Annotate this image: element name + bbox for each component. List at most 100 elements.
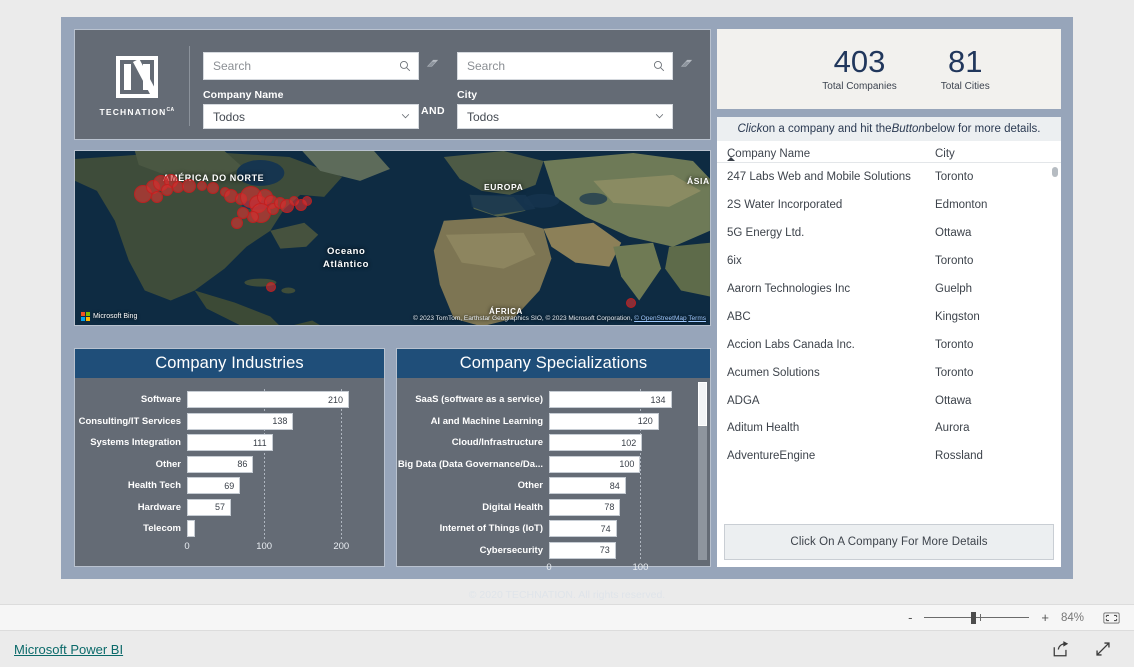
table-row[interactable]: Accion Labs Canada Inc. Toronto <box>727 331 1051 359</box>
map-terms-link[interactable]: Terms <box>688 315 706 322</box>
zoom-in-button[interactable]: + <box>1041 611 1049 624</box>
bar[interactable]: 138 <box>187 412 294 430</box>
table-row[interactable]: Aarorn Technologies Inc Guelph <box>727 275 1051 303</box>
bar[interactable]: 73 <box>549 541 616 559</box>
total-companies-value: 403 <box>833 43 886 79</box>
cell-city: Toronto <box>935 171 974 183</box>
city-slicer: Search City Todos <box>457 52 673 129</box>
company-industries-chart[interactable]: Company Industries Software 210 Consulting… <box>74 348 385 567</box>
map-data-point[interactable] <box>197 181 207 191</box>
company-list-scrollbar-thumb[interactable] <box>1052 167 1058 177</box>
bar[interactable] <box>187 520 195 537</box>
bar-track: 111 <box>187 432 374 454</box>
city-dropdown[interactable]: Todos <box>457 104 673 129</box>
clear-city-filter-icon[interactable] <box>679 58 693 69</box>
bar-value-label: 111 <box>252 437 267 448</box>
company-search-placeholder: Search <box>213 59 252 73</box>
map-data-point[interactable] <box>266 282 276 292</box>
bar[interactable]: 69 <box>187 477 241 494</box>
chart-title-text: Company Specializations <box>459 354 648 372</box>
fullscreen-icon[interactable] <box>1094 640 1112 658</box>
bing-label: Microsoft Bing <box>93 313 138 320</box>
bar[interactable]: 134 <box>549 391 672 408</box>
bar-track: 73 <box>549 540 700 562</box>
bar[interactable]: 120 <box>549 412 659 430</box>
cell-city: Rossland <box>935 450 983 463</box>
company-search-input[interactable]: Search <box>203 52 419 80</box>
zoom-percent-label: 84% <box>1061 611 1085 624</box>
map-data-point[interactable] <box>626 298 636 308</box>
table-row[interactable]: 6ix Toronto <box>727 247 1051 275</box>
logo-divider <box>189 46 190 126</box>
company-name-dropdown[interactable]: Todos <box>203 104 419 129</box>
bar[interactable]: 74 <box>549 520 617 537</box>
map-data-point[interactable] <box>207 182 219 194</box>
hint-mid-1: on a company and hit the <box>762 123 892 135</box>
copyright-text: © 2020 TECHNATION. All rights reserved. <box>468 589 666 601</box>
bar[interactable]: 78 <box>549 498 621 516</box>
table-row[interactable]: 5G Energy Ltd. Ottawa <box>727 219 1051 247</box>
map-data-point[interactable] <box>231 217 243 229</box>
bar-track: 134 <box>549 389 700 411</box>
axis-tick-label: 0 <box>184 540 190 552</box>
attribution-text: © 2023 TomTom, Earthstar Geographics SIO… <box>412 315 635 322</box>
table-row[interactable]: 247 Labs Web and Mobile Solutions Toronto <box>727 163 1051 191</box>
table-row[interactable]: Aditum Health Aurora <box>727 414 1051 442</box>
bar-value-label: 210 <box>327 394 343 405</box>
zoom-slider-thumb[interactable] <box>971 611 977 624</box>
bar-value-label: 73 <box>599 545 610 555</box>
company-specializations-chart[interactable]: Company Specializations SaaS (software a… <box>396 348 711 573</box>
bar-track: 69 <box>187 475 374 497</box>
map-visual[interactable]: AMÉRICA DO NORTE EUROPA ÁSIA Oceano Atlântic… <box>74 150 711 326</box>
cell-company-name: AdventureEngine <box>727 450 816 463</box>
zoom-out-button[interactable]: - <box>908 611 912 624</box>
cell-company-name: ADGA <box>727 394 760 407</box>
table-column-headers: Company Name City <box>717 142 1061 163</box>
search-icon <box>653 60 665 72</box>
and-operator-label: AND <box>421 105 445 117</box>
table-row[interactable]: AdventureEngine Rossland <box>727 442 1051 470</box>
bar-track: 57 <box>187 497 374 519</box>
bar[interactable]: 86 <box>187 455 254 473</box>
openstreetmap-link[interactable]: © OpenStreetMap <box>634 315 686 322</box>
cell-city: Guelph <box>935 282 973 295</box>
table-row[interactable]: ABC Kingston <box>727 303 1051 331</box>
company-specializations-plot: SaaS (software as a service) 134 AI and Ma… <box>397 378 710 573</box>
bar[interactable]: 84 <box>549 477 626 494</box>
bar-value-label: 74 <box>600 523 611 534</box>
total-cities-value: 81 <box>947 43 983 79</box>
bar[interactable]: 57 <box>187 498 231 516</box>
table-row[interactable]: ADGA Ottawa <box>727 387 1051 415</box>
cell-company-name: Aditum Health <box>727 422 800 435</box>
map-data-point[interactable] <box>302 196 312 206</box>
bar[interactable]: 210 <box>187 391 349 408</box>
map-attribution: © 2023 TomTom, Earthstar Geographics SIO… <box>413 315 706 322</box>
map-data-point[interactable] <box>182 179 196 193</box>
share-icon[interactable] <box>1052 640 1070 658</box>
company-details-button[interactable]: Click On A Company For More Details <box>724 524 1054 560</box>
bar[interactable]: 102 <box>549 434 643 451</box>
column-header-city[interactable]: City <box>935 148 1045 160</box>
fit-to-screen-icon[interactable] <box>1103 611 1120 624</box>
table-row[interactable]: Acumen Solutions Toronto <box>727 359 1051 387</box>
bottom-app-bar: Microsoft Power BI <box>0 631 1134 667</box>
bar[interactable]: 100 <box>549 455 641 473</box>
specializations-scrollbar-thumb[interactable] <box>698 382 707 426</box>
zoom-slider[interactable] <box>924 611 1030 624</box>
microsoft-power-bi-link[interactable]: Microsoft Power BI <box>14 642 123 657</box>
bar-track <box>187 518 374 540</box>
specializations-scrollbar[interactable] <box>698 382 707 560</box>
company-name-slicer: Search Company Name Todos <box>203 52 419 129</box>
cell-city: Toronto <box>935 338 974 351</box>
bar[interactable]: 111 <box>187 434 273 451</box>
cell-company-name: Aarorn Technologies Inc <box>727 282 851 295</box>
report-page: TECHNATIONCA Search Company Name Todos A… <box>61 17 1073 601</box>
table-instruction-text: Click on a company and hit the Button be… <box>717 117 1061 142</box>
column-header-company-name[interactable]: Company Name <box>727 148 935 160</box>
table-row[interactable]: 2S Water Incorporated Edmonton <box>727 191 1051 219</box>
company-industries-plot: Software 210 Consulting/IT Services 138 Syst… <box>75 378 384 568</box>
company-list-visual[interactable]: Click on a company and hit the Button be… <box>717 117 1061 567</box>
city-search-input[interactable]: Search <box>457 52 673 80</box>
zoom-slider-rail <box>924 616 1030 618</box>
clear-company-filter-icon[interactable] <box>425 58 439 69</box>
